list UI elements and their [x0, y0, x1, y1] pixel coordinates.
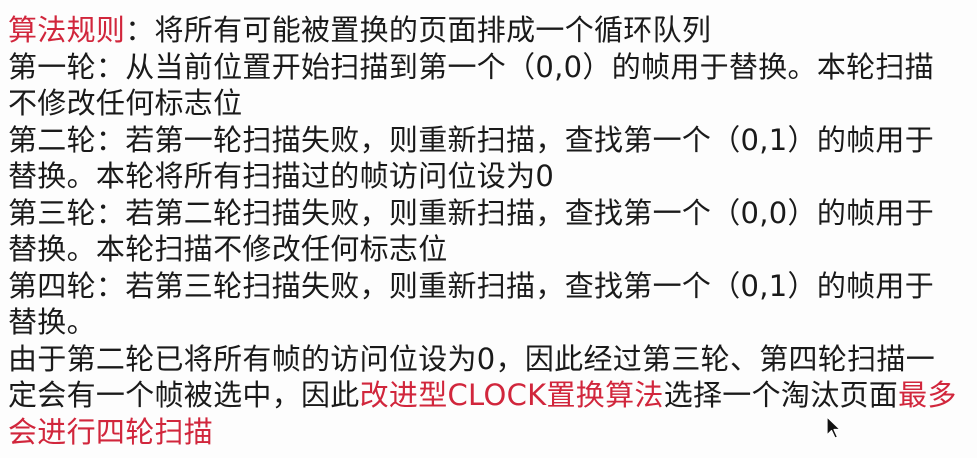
round3-line1: 第三轮：若第二轮扫描失败，则重新扫描，查找第一个（0,0）的帧用于 [8, 195, 935, 230]
mouse-pointer-icon [826, 416, 841, 439]
rule-heading: 算法规则 [8, 13, 126, 47]
conclusion-text-b: 选择一个淘汰页面 [663, 378, 899, 412]
conclusion-line1: 由于第二轮已将所有帧的访问位设为0，因此经过第三轮、第四轮扫描一 [8, 341, 936, 376]
conclusion-text-a: 定会有一个帧被选中，因此 [8, 378, 360, 412]
round2-line1: 第二轮：若第一轮扫描失败，则重新扫描，查找第一个（0,1）的帧用于 [8, 122, 935, 157]
slide: 算法规则：将所有可能被置换的页面排成一个循环队列 第一轮：从当前位置开始扫描到第… [0, 0, 977, 458]
conclusion-highlight-most: 最多 [898, 378, 957, 412]
round4-line1: 第四轮：若第三轮扫描失败，则重新扫描，查找第一个（0,1）的帧用于 [8, 268, 935, 303]
text-block: 算法规则：将所有可能被置换的页面排成一个循环队列 第一轮：从当前位置开始扫描到第… [8, 12, 968, 450]
round3-line2: 替换。本轮扫描不修改任何标志位 [8, 232, 448, 266]
conclusion-line2: 定会有一个帧被选中，因此改进型CLOCK置换算法选择一个淘汰页面最多 [8, 377, 968, 414]
conclusion-highlight-four-rounds: 会进行四轮扫描 [8, 414, 214, 449]
conclusion-highlight-algorithm: 改进型CLOCK置换算法 [359, 378, 664, 412]
conclusion-line3: 会进行四轮扫描 [8, 414, 968, 451]
rule-line: 算法规则：将所有可能被置换的页面排成一个循环队列 [8, 12, 968, 49]
round2-line2: 替换。本轮将所有扫描过的帧访问位设为0 [8, 159, 555, 193]
rule-text: ：将所有可能被置换的页面排成一个循环队列 [125, 13, 712, 47]
round4-line2: 替换。 [8, 305, 96, 339]
round1-line2: 不修改任何标志位 [8, 86, 243, 120]
round1-line1: 第一轮：从当前位置开始扫描到第一个（0,0）的帧用于替换。本轮扫描 [8, 49, 935, 84]
